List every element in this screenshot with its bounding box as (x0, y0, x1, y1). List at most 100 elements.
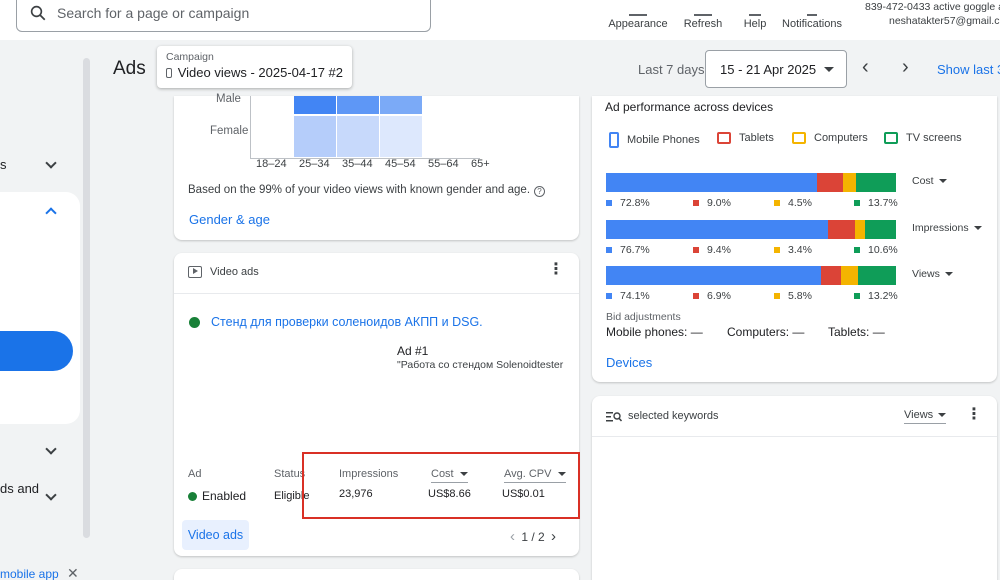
campaign-label: Campaign (166, 51, 214, 63)
percentage-label: 74.1% (606, 290, 650, 302)
legend-swatch (606, 247, 612, 253)
more-vert-icon[interactable]: ⋮ (548, 262, 564, 278)
help-button[interactable]: Help (738, 0, 772, 30)
tv-icon (884, 132, 898, 144)
help-icon (749, 6, 761, 16)
account-email: neshatakter57@gmail.c (889, 15, 1000, 27)
notifications-label: Notifications (782, 18, 842, 30)
percentage-label: 13.2% (854, 290, 898, 302)
show-last-30-link[interactable]: Show last 30 (937, 62, 1000, 77)
tablet-icon (717, 132, 731, 144)
percentage-label: 76.7% (606, 244, 650, 256)
column-header-status: Status (274, 468, 306, 480)
legend-label: Tablets (739, 132, 774, 144)
ad-group-row: Стенд для проверки соленоидов АКПП и DSG… (189, 315, 483, 329)
metric-dropdown[interactable]: Impressions (912, 222, 982, 234)
video-camera-icon (166, 67, 172, 78)
ad-status-cell[interactable]: Enabled (188, 489, 246, 503)
bar-segment (606, 220, 829, 239)
heatmap-cell (337, 116, 379, 157)
ad-status-text: Enabled (202, 489, 247, 503)
appearance-button[interactable]: Appearance (608, 0, 668, 30)
mobile-app-link[interactable]: mobile app (0, 567, 59, 580)
sidebar-expanded-group (0, 192, 80, 424)
keywords-card: selected keywords Views ⋮ (592, 396, 997, 580)
metric-dropdown[interactable]: Cost (912, 175, 947, 187)
notifications-button[interactable]: Notifications (779, 0, 845, 30)
keyword-search-icon (606, 411, 622, 421)
legend-tablets: Tablets (717, 132, 774, 144)
legend-label: TV screens (906, 132, 962, 144)
bar-segment (606, 266, 821, 285)
legend-swatch (854, 247, 860, 253)
bid-tablets: Tablets: — (828, 325, 885, 339)
refresh-label: Refresh (683, 18, 723, 30)
campaign-selector[interactable]: Campaign Video views - 2025-04-17 #2 (157, 46, 352, 88)
percentage-label: 6.9% (693, 290, 731, 302)
help-label: Help (743, 18, 767, 30)
close-icon[interactable]: ✕ (67, 565, 79, 580)
metric-text: Views (904, 409, 934, 421)
appearance-label: Appearance (608, 18, 668, 30)
percentage-label: 3.4% (774, 244, 812, 256)
devices-link[interactable]: Devices (606, 355, 652, 370)
chevron-right-icon[interactable]: › (551, 528, 556, 545)
percentage-label: 9.0% (693, 197, 731, 209)
refresh-icon (694, 6, 712, 16)
sidebar-item-active[interactable] (0, 331, 73, 371)
heatmap-cell (294, 116, 336, 157)
stacked-bar (606, 220, 896, 239)
computer-icon (792, 132, 806, 144)
keywords-metric-dropdown[interactable]: Views (904, 409, 947, 424)
caret-down-icon (938, 413, 947, 417)
bar-segment (843, 173, 857, 192)
bid-adjustments-title: Bid adjustments (606, 311, 681, 323)
refresh-button[interactable]: Refresh (678, 0, 728, 30)
page-title: Ads (113, 58, 146, 79)
age-label: 18–24 (256, 158, 287, 170)
bar-segment (606, 173, 818, 192)
search-input[interactable] (57, 5, 417, 21)
demographics-card: Male Female 18–24 25–34 35–44 45–54 55–64 65+… (174, 93, 579, 240)
ad-group-link[interactable]: Стенд для проверки соленоидов АКПП и DSG… (211, 315, 483, 329)
legend-label: Mobile Phones (627, 134, 700, 146)
sidebar-item-label: s (0, 157, 7, 172)
help-circle-icon[interactable]: ? (534, 186, 546, 197)
more-vert-icon[interactable]: ⋮ (966, 407, 982, 423)
date-range-picker[interactable]: 15 - 21 Apr 2025 (705, 50, 847, 88)
age-label: 55–64 (428, 158, 459, 170)
legend-label: Computers (814, 132, 868, 144)
bar-segment (840, 266, 858, 285)
chevron-left-icon[interactable]: ‹ (510, 528, 515, 545)
age-label: 35–44 (342, 158, 373, 170)
bid-mobile: Mobile phones: — (606, 325, 703, 339)
legend-swatch (774, 200, 780, 206)
legend-swatch (606, 293, 612, 299)
legend-swatch (693, 247, 699, 253)
legend-swatch (854, 200, 860, 206)
status-dot-icon (189, 316, 200, 328)
status-dot-icon (188, 491, 197, 501)
heatmap-cell (337, 96, 379, 114)
next-period-button[interactable]: › (902, 56, 909, 79)
campaign-value: Video views - 2025-04-17 #2 (177, 65, 343, 80)
bar-segment (828, 220, 856, 239)
bar-segment (855, 220, 866, 239)
legend-computers: Computers (792, 132, 868, 144)
divider (592, 436, 997, 437)
sidebar-scrollbar[interactable] (83, 58, 90, 538)
prev-period-button[interactable]: ‹ (862, 56, 869, 79)
age-label: 45–54 (385, 158, 416, 170)
card-title: Ad performance across devices (605, 100, 774, 114)
search-icon (30, 5, 46, 21)
metric-dropdown[interactable]: Views (912, 268, 953, 280)
search-box[interactable] (16, 0, 431, 32)
bar-segment (865, 220, 896, 239)
video-icon (188, 266, 202, 278)
account-info[interactable]: 839-472-0433 active goggle a neshatakter… (865, 0, 1000, 28)
heatmap-cell (380, 116, 422, 157)
pagination: ‹ 1 / 2 › (510, 528, 556, 545)
gender-age-link[interactable]: Gender & age (189, 212, 270, 227)
video-ads-button[interactable]: Video ads (182, 520, 249, 550)
legend-swatch (693, 293, 699, 299)
